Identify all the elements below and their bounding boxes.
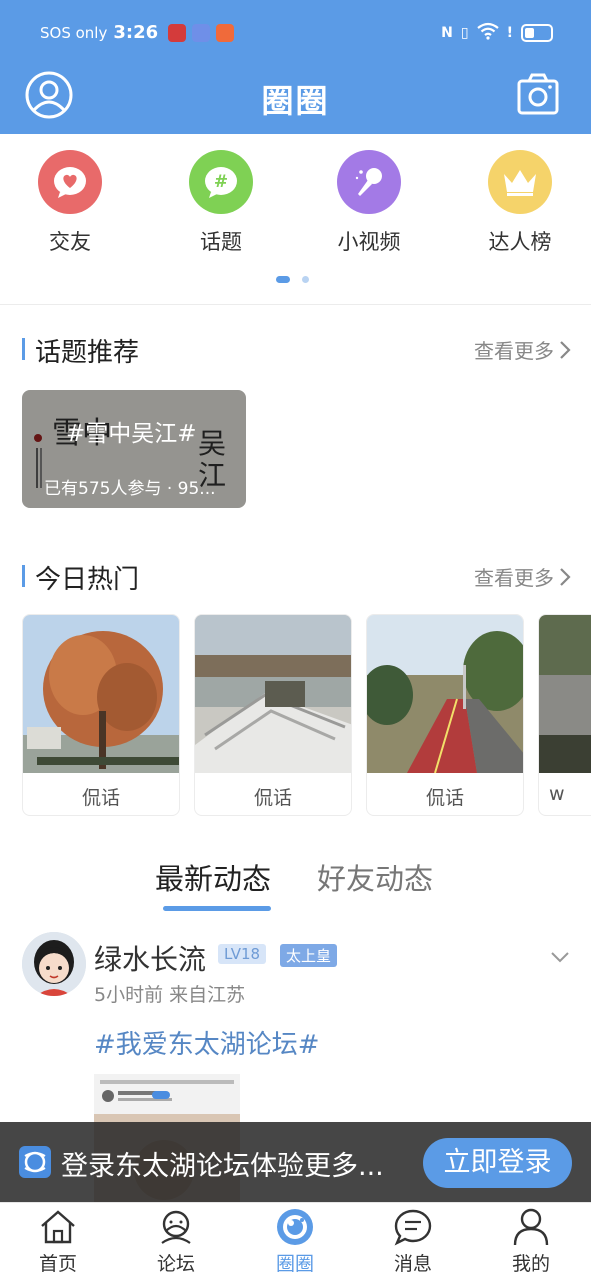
notification-app-icon: [168, 23, 187, 42]
camera-button[interactable]: [517, 72, 559, 116]
bottom-nav-home[interactable]: 首页: [18, 1207, 98, 1276]
bottom-nav-circle[interactable]: 圈圈: [255, 1207, 335, 1276]
hot-card-label: 侃话: [81, 787, 120, 809]
forum-icon: [161, 1210, 191, 1244]
download-icon: [216, 23, 235, 42]
hot-card-image: [23, 615, 179, 773]
wifi-icon: [476, 22, 499, 44]
topic-card-meta: 已有575人参与 · 95...: [44, 479, 216, 499]
hot-card[interactable]: 侃话: [366, 614, 524, 816]
quick-nav-label: 交友: [49, 230, 91, 254]
bottom-nav-label: 消息: [393, 1253, 432, 1275]
svg-text:#: #: [214, 172, 228, 192]
see-more-label: 查看更多: [474, 566, 554, 590]
quick-nav-short-video[interactable]: 小视频: [309, 150, 429, 256]
hot-card[interactable]: w: [538, 614, 591, 816]
home-icon: [41, 1210, 75, 1244]
section-title: 话题推荐: [35, 338, 140, 368]
app-logo-icon: [19, 1146, 51, 1178]
page-dot-active: [276, 276, 290, 283]
login-button[interactable]: 立即登录: [423, 1138, 572, 1188]
login-banner: 登录东太湖论坛体验更多... 立即登录: [0, 1122, 591, 1202]
app-header: SOS only 3:26 N ▯ ! 圈圈: [0, 0, 591, 134]
alert-icon: !: [506, 25, 513, 41]
bottom-nav-profile[interactable]: 我的: [491, 1207, 571, 1276]
bottom-nav-label: 论坛: [156, 1253, 195, 1275]
feed-tabs: 最新动态 好友动态: [0, 856, 591, 916]
camera-icon: [517, 73, 559, 115]
hot-card-image: [539, 615, 591, 773]
topic-section-header: 话题推荐 查看更多: [22, 332, 572, 368]
section-accent-bar: [22, 565, 25, 587]
topic-card[interactable]: 雪中 吴江 #雪中吴江# 已有575人参与 · 95...: [22, 390, 246, 508]
bottom-nav-label: 圈圈: [275, 1253, 314, 1275]
bottom-nav-messages[interactable]: 消息: [373, 1207, 453, 1276]
post-hashtag[interactable]: #我爱东太湖论坛#: [94, 1024, 320, 1061]
level-badge: LV18: [218, 944, 267, 964]
status-bar: SOS only 3:26 N ▯ !: [0, 0, 591, 64]
quick-nav-rankings[interactable]: 达人榜: [460, 150, 580, 256]
vibrate-icon: ▯: [460, 25, 469, 41]
microphone-icon: [337, 150, 401, 214]
carrier-text: SOS only: [40, 23, 108, 42]
quick-nav-label: 达人榜: [488, 230, 552, 254]
profile-icon: [513, 1208, 549, 1246]
tab-latest[interactable]: 最新动态: [155, 856, 271, 898]
bottom-nav-forum[interactable]: 论坛: [136, 1207, 216, 1276]
section-accent-bar: [22, 338, 25, 360]
see-more-label: 查看更多: [474, 339, 554, 363]
rank-badge: 太上皇: [280, 944, 338, 967]
hot-card-label: 侃话: [253, 787, 292, 809]
chevron-right-icon: [560, 340, 571, 359]
bottom-nav: 首页 论坛 圈圈 消息 我的: [0, 1202, 591, 1280]
chevron-right-icon: [560, 567, 571, 586]
hot-list: 侃话 侃话 侃话 w: [22, 614, 591, 818]
title-bar: 圈圈: [0, 64, 591, 134]
status-left: SOS only 3:26: [40, 22, 235, 43]
battery-icon: [521, 24, 553, 42]
divider: [0, 304, 591, 305]
hot-card[interactable]: 侃话: [194, 614, 352, 816]
hashtag-chat-icon: #: [189, 150, 253, 214]
post-author[interactable]: 绿水长流: [94, 938, 206, 978]
quick-nav-label: 小视频: [337, 230, 401, 254]
hot-card-image: [367, 615, 523, 773]
page-indicator: [276, 276, 309, 283]
notification-app-icon: [192, 23, 211, 42]
hot-card-label: w: [549, 783, 565, 805]
tab-friends[interactable]: 好友动态: [317, 856, 433, 898]
hot-section-header: 今日热门 查看更多: [22, 559, 572, 595]
see-more-link[interactable]: 查看更多: [474, 335, 572, 364]
quick-nav-friends[interactable]: 交友: [10, 150, 130, 256]
quick-nav: 交友 # 话题 小视频 达人榜: [0, 134, 591, 304]
nfc-icon: N: [441, 25, 453, 41]
crown-icon: [488, 150, 552, 214]
page-dot: [302, 276, 309, 283]
heart-chat-icon: [38, 150, 102, 214]
clock: 3:26: [113, 22, 159, 43]
login-banner-text: 登录东太湖论坛体验更多...: [61, 1151, 384, 1182]
hot-card-image: [195, 615, 351, 773]
quick-nav-topics[interactable]: # 话题: [161, 150, 281, 256]
circle-icon: [277, 1209, 313, 1245]
hot-card[interactable]: 侃话: [22, 614, 180, 816]
page-title: 圈圈: [261, 82, 330, 120]
bottom-nav-label: 我的: [511, 1253, 550, 1275]
hot-card-label: 侃话: [425, 787, 464, 809]
section-title: 今日热门: [35, 565, 140, 595]
message-icon: [394, 1209, 432, 1246]
chevron-down-icon[interactable]: [550, 950, 570, 964]
status-right: N ▯ !: [441, 22, 553, 44]
active-tab-indicator: [163, 906, 271, 911]
topic-card-title: #雪中吴江#: [66, 421, 197, 447]
quick-nav-label: 话题: [200, 230, 242, 254]
avatar[interactable]: [22, 932, 86, 996]
bottom-nav-label: 首页: [38, 1253, 77, 1275]
see-more-link[interactable]: 查看更多: [474, 562, 572, 591]
post-meta: 5小时前 来自江苏: [94, 984, 246, 1006]
